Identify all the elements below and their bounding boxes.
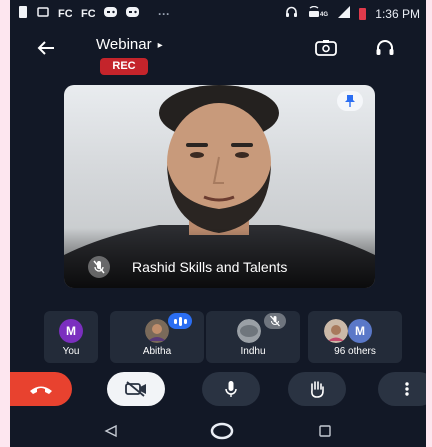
rec-badge: REC: [100, 58, 148, 75]
mic-off-icon: [264, 313, 286, 329]
participant-name: Rashid Skills and Talents: [132, 259, 288, 275]
notification-icon: [18, 6, 28, 21]
raise-hand-button[interactable]: [288, 372, 346, 406]
participant-label: Abitha: [142, 346, 172, 357]
pin-icon[interactable]: [337, 91, 363, 111]
avatar: [237, 319, 261, 343]
camera-toggle-button[interactable]: [107, 372, 165, 406]
participant-label: 96 others: [334, 346, 376, 357]
status-time: 1:36 PM: [375, 6, 420, 21]
headphones-icon[interactable]: [373, 36, 397, 60]
avatar: [145, 319, 169, 343]
app-screen: FC FC ··· 4G 1:36 PM Webinar ▸ REC Rashi…: [10, 0, 426, 447]
meeting-title-text: Webinar: [96, 36, 152, 53]
participant-you[interactable]: M You: [44, 311, 98, 363]
fc-icon: FC: [81, 6, 96, 21]
signal-icon: [338, 6, 351, 21]
raise-hand-icon: [311, 381, 324, 398]
nav-home-icon[interactable]: [210, 422, 234, 440]
svg-text:FC: FC: [58, 8, 72, 18]
participant-label: Indhu: [240, 346, 266, 357]
svg-text:4G: 4G: [320, 12, 328, 18]
nav-back-icon[interactable]: [104, 424, 118, 438]
switch-camera-icon[interactable]: [314, 36, 338, 60]
speaking-indicator-icon: [168, 313, 192, 329]
cast-icon: [37, 6, 49, 21]
svg-text:FC: FC: [81, 8, 95, 18]
mic-off-icon: [88, 256, 110, 278]
avatar: M: [348, 319, 372, 343]
more-dots-icon: ···: [158, 6, 170, 21]
battery-icon: [359, 7, 367, 20]
more-options-button[interactable]: [378, 372, 426, 406]
avatar: M: [59, 319, 83, 343]
more-options-icon: [405, 382, 409, 396]
avatar: [324, 319, 348, 343]
game-icon: [104, 6, 117, 21]
end-call-icon: [30, 386, 52, 394]
back-arrow-icon[interactable]: [36, 38, 56, 62]
participant-abitha[interactable]: Abitha: [110, 311, 204, 363]
nav-recents-icon[interactable]: [318, 424, 332, 438]
end-call-button[interactable]: [10, 372, 72, 406]
headphones-icon: [285, 6, 298, 21]
participant-others[interactable]: M 96 others: [308, 311, 402, 363]
game-icon: [126, 6, 139, 21]
microphone-icon: [225, 381, 237, 397]
camera-off-icon: [125, 381, 146, 397]
chevron-right-icon: ▸: [157, 39, 163, 51]
system-nav-bar: [10, 418, 426, 447]
main-video-tile[interactable]: Rashid Skills and Talents: [64, 85, 375, 288]
fc-icon: FC: [58, 6, 73, 21]
meeting-title[interactable]: Webinar ▸: [96, 36, 163, 53]
microphone-button[interactable]: [202, 372, 260, 406]
status-bar: FC FC ··· 4G 1:36 PM: [10, 0, 426, 26]
participant-label: You: [62, 346, 80, 357]
participant-indhu[interactable]: Indhu: [206, 311, 300, 363]
volte-icon: 4G: [307, 5, 329, 21]
